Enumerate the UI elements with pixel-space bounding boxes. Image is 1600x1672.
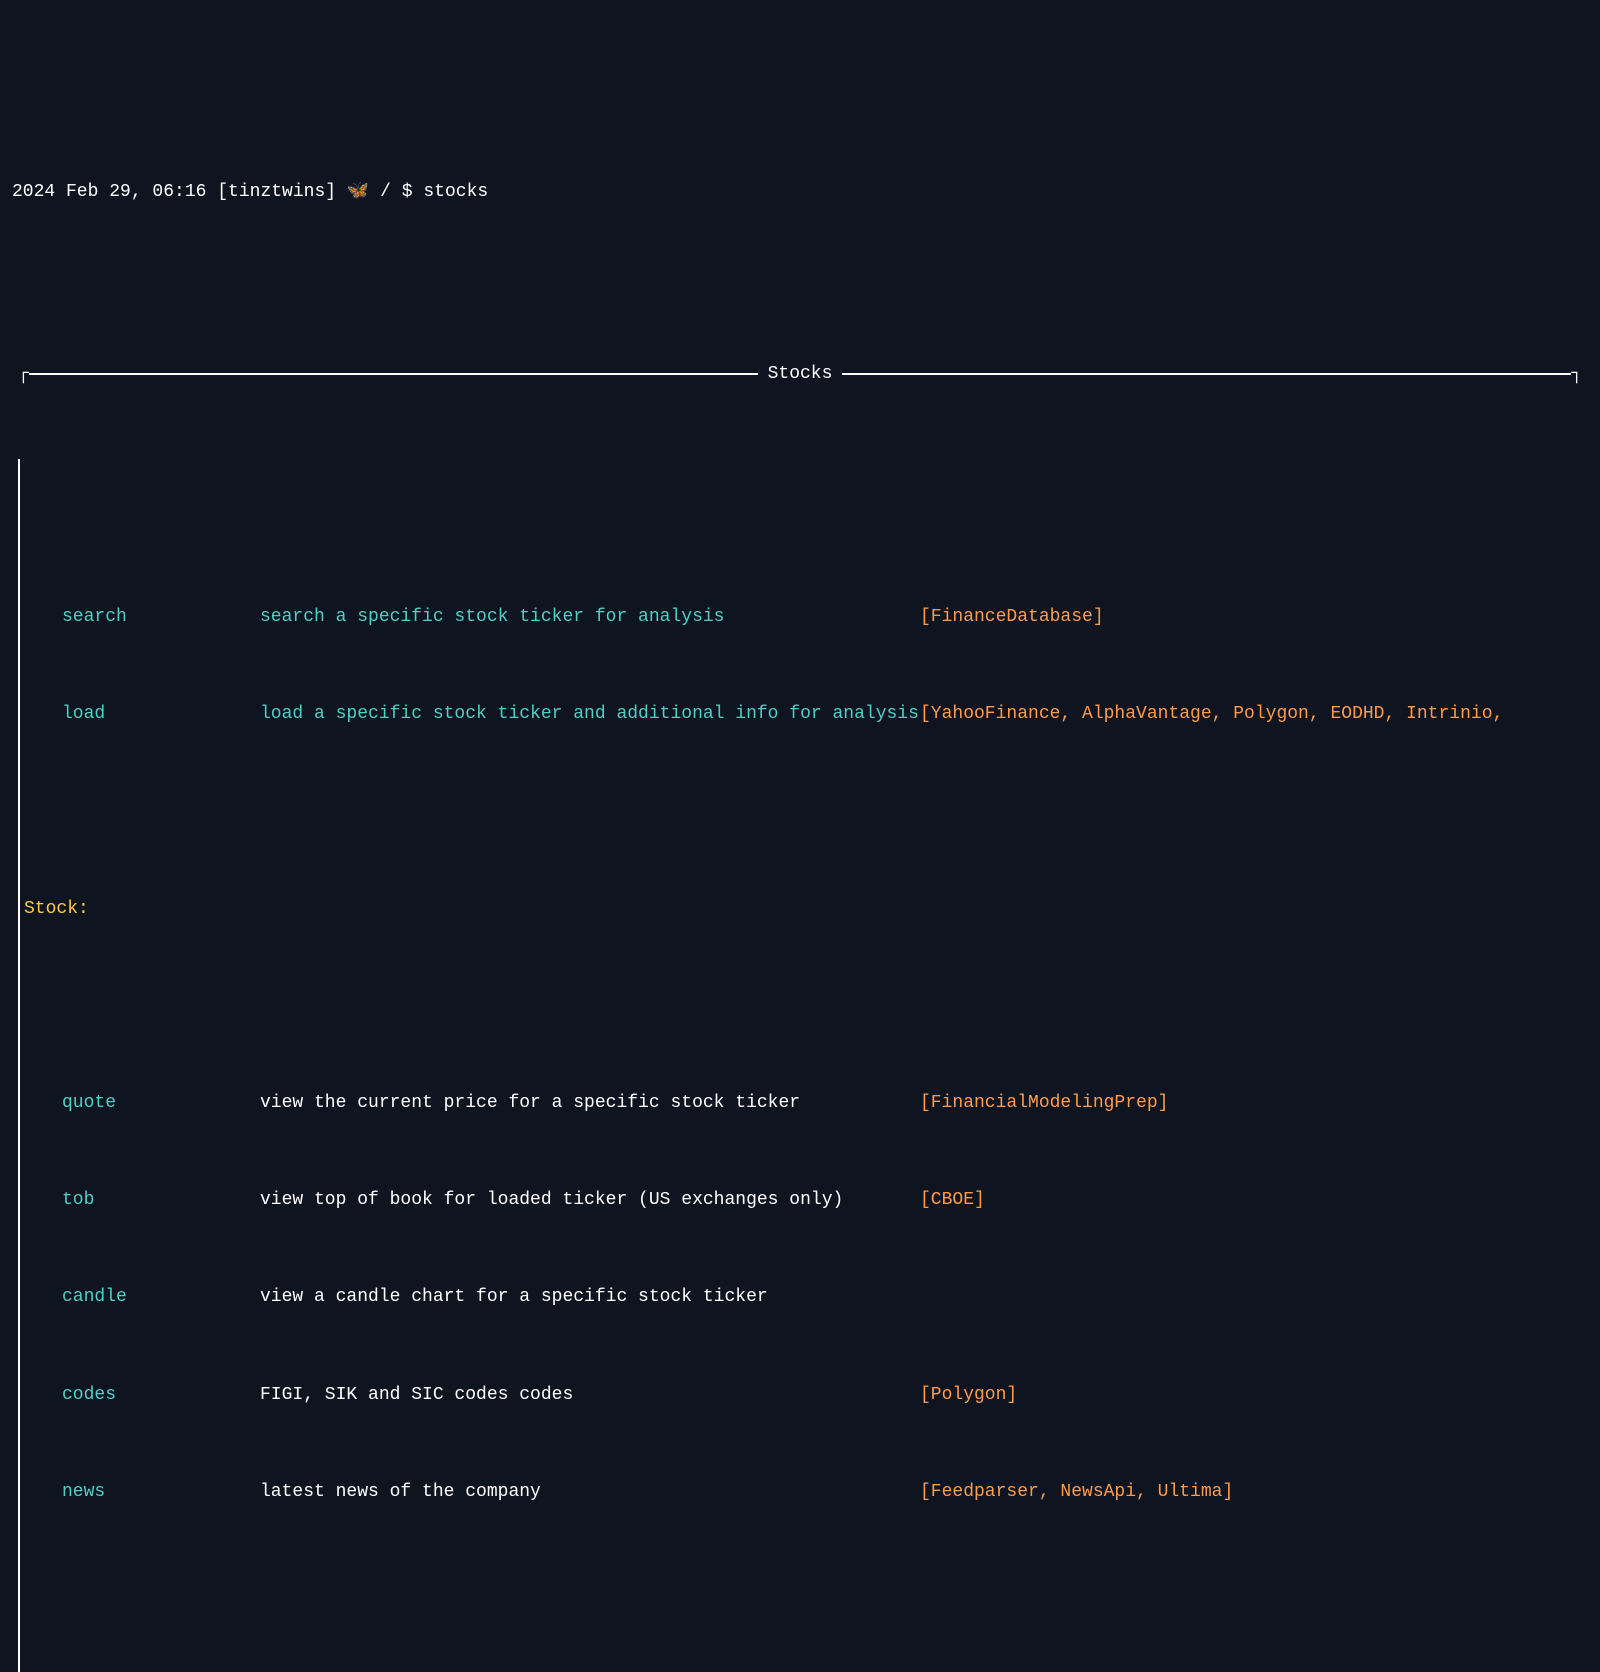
- cmd-name: candle: [62, 1285, 260, 1309]
- prompt-date: 2024 Feb 29, 06:16: [12, 182, 206, 202]
- cmd-row-search[interactable]: searchsearch a specific stock ticker for…: [20, 605, 1582, 629]
- cmd-desc: latest news of the company: [260, 1480, 920, 1504]
- cmd-name: quote: [62, 1091, 260, 1115]
- cmd-name: tob: [62, 1188, 260, 1212]
- box-body: searchsearch a specific stock ticker for…: [18, 459, 1582, 1672]
- cmd-name: search: [62, 605, 260, 629]
- prompt-dollar: $: [402, 182, 413, 202]
- prompt-command: stocks: [423, 182, 488, 202]
- cmd-source: [Feedparser, NewsApi, Ultima]: [920, 1480, 1233, 1504]
- butterfly-icon: 🦋: [347, 182, 369, 202]
- cmd-desc: FIGI, SIK and SIC codes codes: [260, 1383, 920, 1407]
- cmd-name: codes: [62, 1383, 260, 1407]
- cmd-desc: view a candle chart for a specific stock…: [260, 1285, 920, 1309]
- cmd-desc: view the current price for a specific st…: [260, 1091, 920, 1115]
- cmd-desc: view top of book for loaded ticker (US e…: [260, 1188, 920, 1212]
- box-top-border: ┌ Stocks ┐: [18, 362, 1582, 386]
- cmd-name: load: [62, 702, 260, 726]
- box-title: Stocks: [758, 362, 843, 386]
- cmd-source: [FinanceDatabase]: [920, 605, 1104, 629]
- cmd-row-tob[interactable]: tobview top of book for loaded ticker (U…: [20, 1188, 1582, 1212]
- cmd-source: [FinancialModelingPrep]: [920, 1091, 1168, 1115]
- corner-tr: ┐: [1571, 362, 1582, 386]
- section-label: Stock:: [20, 897, 1582, 921]
- prompt-line[interactable]: 2024 Feb 29, 06:16 [tinztwins] 🦋 / $ sto…: [10, 180, 1590, 216]
- cmd-name: news: [62, 1480, 260, 1504]
- corner-tl: ┌: [18, 362, 29, 386]
- terminal-root: 2024 Feb 29, 06:16 [tinztwins] 🦋 / $ sto…: [0, 97, 1600, 1672]
- stocks-panel: ┌ Stocks ┐ searchsearch a specific stock…: [18, 289, 1582, 1672]
- prompt-user: [tinztwins]: [217, 182, 336, 202]
- cmd-source: [YahooFinance, AlphaVantage, Polygon, EO…: [920, 702, 1503, 726]
- cmd-row-candle[interactable]: candleview a candle chart for a specific…: [20, 1285, 1582, 1309]
- cmd-row-load[interactable]: loadload a specific stock ticker and add…: [20, 702, 1582, 726]
- cmd-row-news[interactable]: newslatest news of the company[Feedparse…: [20, 1480, 1582, 1504]
- cmd-row-codes[interactable]: codesFIGI, SIK and SIC codes codes[Polyg…: [20, 1383, 1582, 1407]
- prompt-path: /: [380, 182, 391, 202]
- cmd-desc: load a specific stock ticker and additio…: [260, 702, 920, 726]
- cmd-source: [CBOE]: [920, 1188, 985, 1212]
- cmd-desc: search a specific stock ticker for analy…: [260, 605, 920, 629]
- cmd-source: [Polygon]: [920, 1383, 1017, 1407]
- cmd-row-quote[interactable]: quoteview the current price for a specif…: [20, 1091, 1582, 1115]
